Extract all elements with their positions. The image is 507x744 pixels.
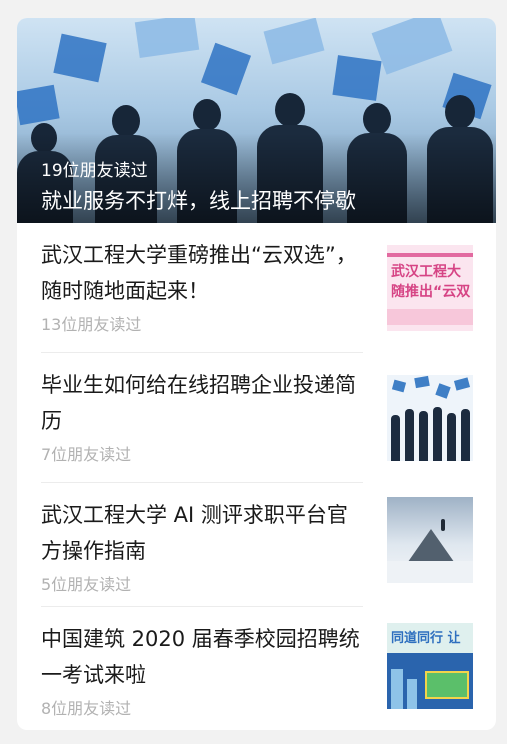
- article-item[interactable]: 武汉工程大学重磅推出“云双选”，随时随地面起来！ 13位朋友读过 武汉工程大 随…: [17, 223, 496, 345]
- article-readers-count: 5位朋友读过: [41, 575, 132, 594]
- article-title: 武汉工程大学 AI 测评求职平台官方操作指南: [41, 503, 348, 563]
- hero-article[interactable]: 19位朋友读过 就业服务不打烊，线上招聘不停歇: [17, 18, 496, 223]
- article-thumbnail: [387, 375, 473, 461]
- article-readers-count: 7位朋友读过: [41, 445, 132, 464]
- article-thumbnail: [387, 497, 473, 583]
- hero-title: 就业服务不打烊，线上招聘不停歇: [41, 189, 356, 213]
- article-thumbnail: 武汉工程大 随推出“云双: [387, 245, 473, 331]
- article-title: 武汉工程大学重磅推出“云双选”，随时随地面起来！: [41, 243, 357, 303]
- article-readers-count: 8位朋友读过: [41, 699, 132, 718]
- article-title: 毕业生如何给在线招聘企业投递简历: [41, 373, 356, 433]
- article-readers-count: 13位朋友读过: [41, 315, 142, 334]
- article-item[interactable]: 武汉工程大学 AI 测评求职平台官方操作指南 5位朋友读过: [17, 483, 496, 605]
- hero-readers-count: 19位朋友读过: [41, 161, 148, 181]
- article-thumbnail: 同道同行 让: [387, 623, 473, 709]
- article-title: 中国建筑 2020 届春季校园招聘统一考试来啦: [41, 627, 360, 687]
- article-item[interactable]: 毕业生如何给在线招聘企业投递简历 7位朋友读过: [17, 353, 496, 475]
- article-list-card: 19位朋友读过 就业服务不打烊，线上招聘不停歇 武汉工程大学重磅推出“云双选”，…: [17, 18, 496, 730]
- article-item[interactable]: 中国建筑 2020 届春季校园招聘统一考试来啦 8位朋友读过 同道同行 让: [17, 607, 496, 729]
